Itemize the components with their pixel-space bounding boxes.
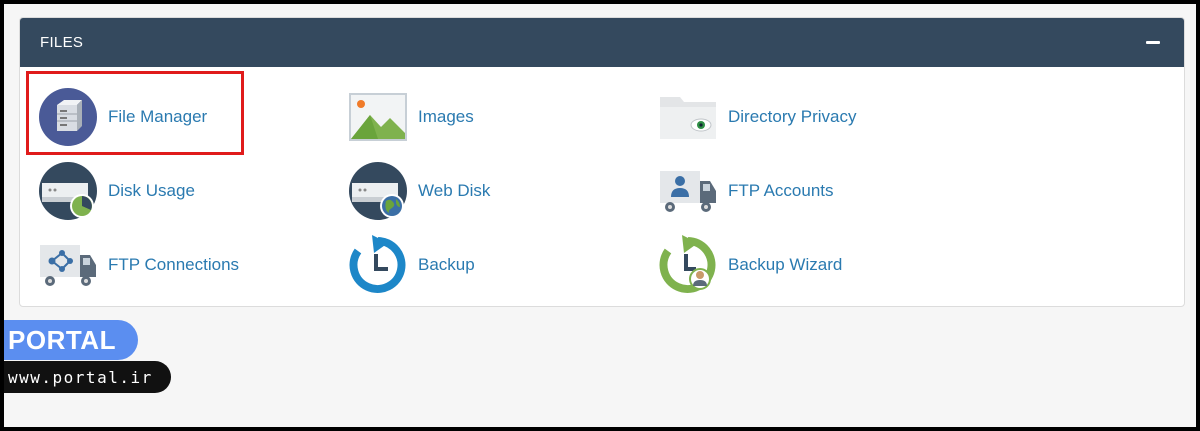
files-grid: File Manager Images Directory Privacy Di… — [20, 67, 1184, 306]
item-label: Directory Privacy — [728, 107, 857, 126]
ftp-connections-link[interactable]: FTP Connections — [38, 233, 239, 297]
item-label: Backup — [418, 255, 475, 274]
page-frame: FILES File Manager Images Directory Priv… — [4, 4, 1196, 427]
ftp-accounts-icon — [660, 171, 716, 212]
collapse-button[interactable] — [1142, 32, 1164, 54]
item-label: Backup Wizard — [728, 255, 843, 274]
disk-usage-icon — [39, 162, 97, 220]
web-disk-link[interactable]: Web Disk — [348, 159, 490, 223]
images-icon — [349, 93, 407, 141]
web-disk-icon — [349, 162, 407, 220]
item-label: FTP Accounts — [728, 181, 834, 200]
item-label: File Manager — [108, 107, 208, 126]
item-label: Disk Usage — [108, 181, 195, 200]
directory-privacy-link[interactable]: Directory Privacy — [658, 85, 856, 149]
backup-icon — [349, 235, 406, 293]
backup-wizard-icon — [659, 235, 716, 293]
directory-privacy-icon — [660, 97, 716, 139]
ftp-connections-icon — [40, 245, 96, 286]
images-link[interactable]: Images — [348, 85, 474, 149]
backup-link[interactable]: Backup — [348, 233, 475, 297]
backup-wizard-link[interactable]: Backup Wizard — [658, 233, 842, 297]
item-label: Web Disk — [418, 181, 491, 200]
disk-usage-link[interactable]: Disk Usage — [38, 159, 195, 223]
file-manager-link[interactable]: File Manager — [38, 85, 207, 149]
item-label: Images — [418, 107, 474, 126]
ftp-accounts-link[interactable]: FTP Accounts — [658, 159, 834, 223]
file-manager-icon — [39, 88, 97, 146]
watermark-brand: PORTAL — [4, 320, 138, 360]
minus-icon — [1146, 41, 1160, 44]
watermark-site: www.portal.ir — [4, 361, 171, 393]
panel-title: FILES — [40, 34, 84, 51]
files-panel: FILES File Manager Images Directory Priv… — [19, 17, 1185, 307]
item-label: FTP Connections — [108, 255, 240, 274]
panel-header: FILES — [20, 18, 1184, 67]
